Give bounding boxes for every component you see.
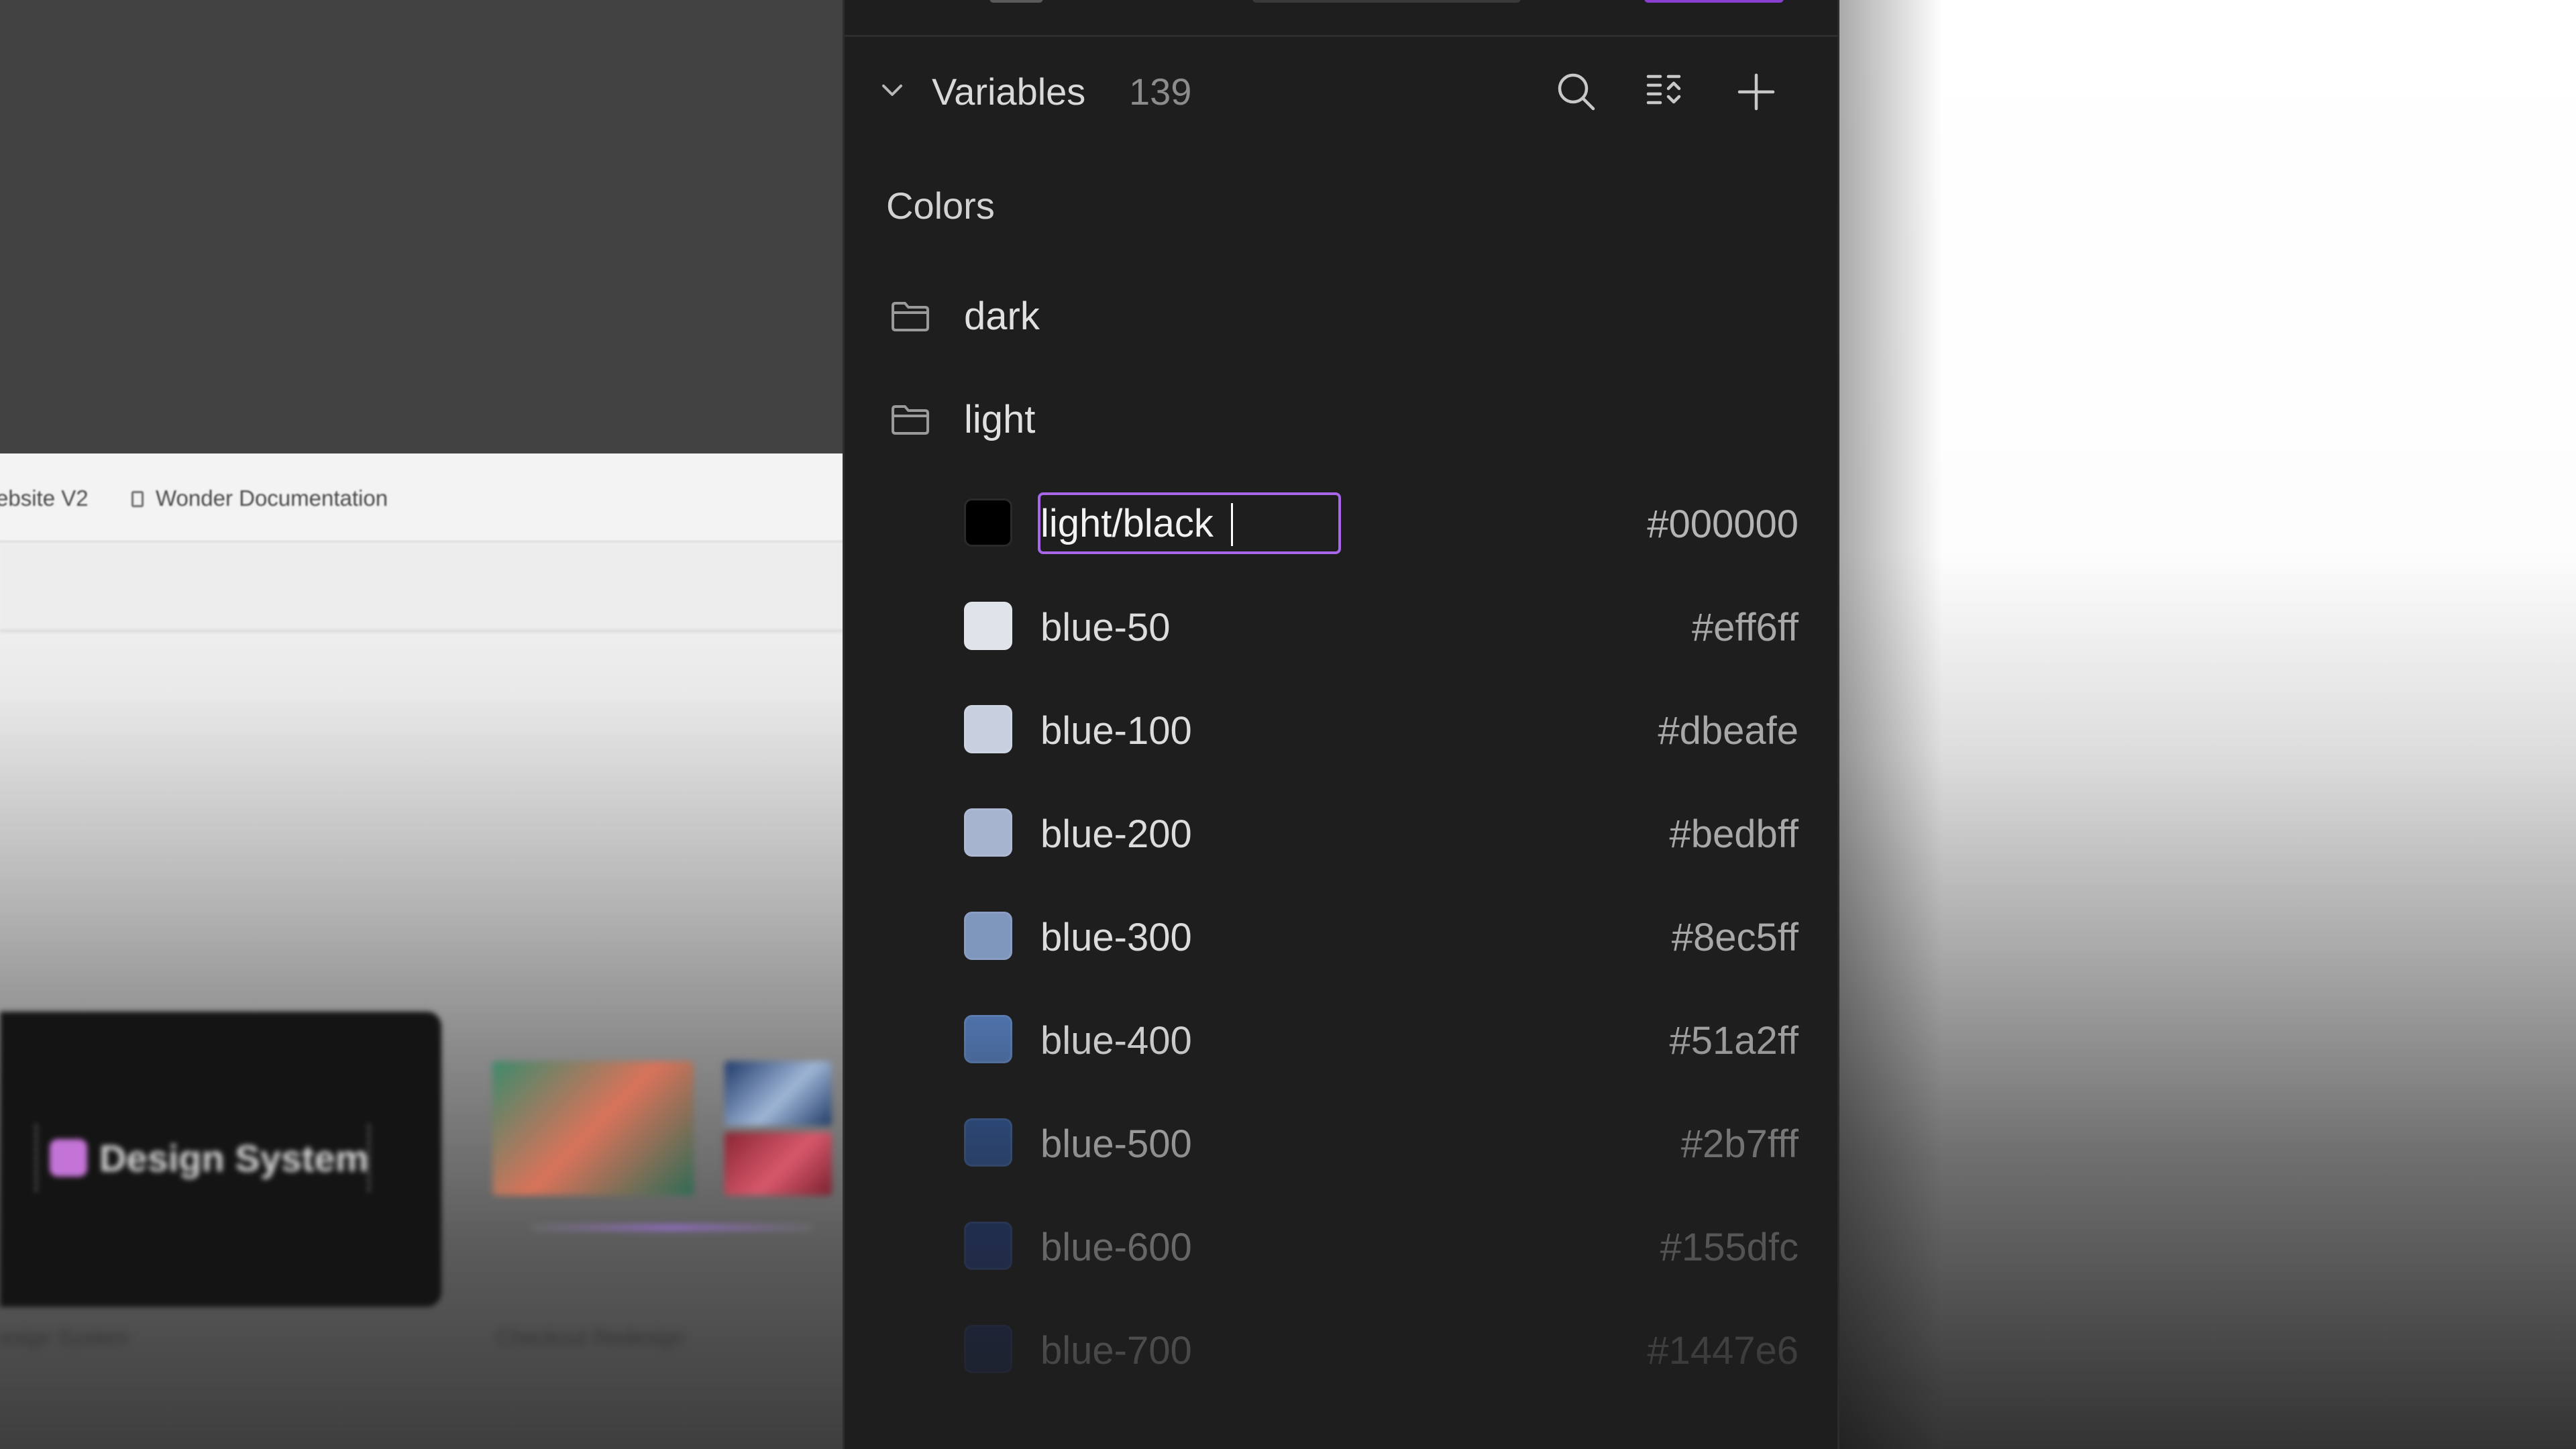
tab-label: Wonder Documentation xyxy=(156,486,388,511)
variable-row[interactable]: blue-100 #dbeafe xyxy=(845,686,1837,773)
background-tab-bar: ebsite V2 Wonder Documentation xyxy=(0,453,843,543)
thumbnail-image xyxy=(724,1132,832,1195)
tab-wonder-documentation[interactable]: Wonder Documentation xyxy=(131,486,388,511)
variable-value[interactable]: #eff6ff xyxy=(1692,605,1799,650)
chevron-down-icon[interactable] xyxy=(879,78,905,103)
thumbnail-caption xyxy=(531,1225,813,1230)
logo-glyph-icon xyxy=(50,1139,87,1177)
color-swatch[interactable] xyxy=(964,1222,1012,1270)
color-swatch[interactable] xyxy=(964,705,1012,753)
color-swatch[interactable] xyxy=(964,808,1012,857)
variable-row[interactable]: blue-50 #eff6ff xyxy=(845,582,1837,669)
variable-value[interactable]: #155dfc xyxy=(1660,1225,1799,1270)
color-swatch[interactable] xyxy=(964,1118,1012,1167)
design-system-logo: Design System xyxy=(35,1124,370,1191)
variable-name: blue-50 xyxy=(1040,606,1171,649)
variables-title: Variables xyxy=(932,70,1086,113)
variables-count: 139 xyxy=(1129,70,1192,113)
variable-value[interactable]: #000000 xyxy=(1647,502,1799,547)
variable-name: blue-300 xyxy=(1040,916,1192,959)
file-card-design-system[interactable]: Design System xyxy=(0,1012,441,1307)
file-card-checkout-redesign[interactable] xyxy=(478,1012,843,1307)
folder-label: dark xyxy=(964,294,1040,338)
variable-value[interactable]: #2b7fff xyxy=(1681,1122,1799,1167)
color-swatch[interactable] xyxy=(964,1325,1012,1373)
variable-name: blue-400 xyxy=(1040,1019,1192,1063)
variable-row-light-black[interactable]: #000000 xyxy=(845,479,1837,566)
list-filter-icon xyxy=(1646,74,1681,105)
variable-value[interactable]: #1447e6 xyxy=(1647,1328,1799,1373)
folder-icon xyxy=(892,302,929,331)
variable-row[interactable]: blue-400 #51a2ff xyxy=(845,996,1837,1083)
variable-name: blue-200 xyxy=(1040,812,1192,856)
variable-name: blue-700 xyxy=(1040,1329,1192,1373)
variable-value[interactable]: #dbeafe xyxy=(1658,708,1799,753)
add-variable-button[interactable] xyxy=(1733,68,1780,115)
logo-text: Design System xyxy=(99,1137,369,1179)
background-toolbar xyxy=(0,543,843,632)
folder-label: light xyxy=(964,398,1036,441)
thumbnail-image xyxy=(492,1061,694,1195)
variable-row[interactable]: blue-700 #1447e6 xyxy=(845,1305,1837,1393)
color-swatch[interactable] xyxy=(964,1015,1012,1063)
panel-top-toolbar xyxy=(845,0,1837,37)
variable-name-input[interactable] xyxy=(1038,492,1341,554)
variable-value[interactable]: #8ec5ff xyxy=(1672,915,1799,960)
variable-name: blue-100 xyxy=(1040,709,1192,753)
color-swatch[interactable] xyxy=(964,498,1012,547)
canvas-backdrop-right xyxy=(1835,0,2576,1449)
variable-value[interactable]: #51a2ff xyxy=(1670,1018,1799,1063)
variable-value[interactable]: #bedbff xyxy=(1670,812,1799,857)
background-app-window: ebsite V2 Wonder Documentation Design Sy… xyxy=(0,453,843,1449)
collection-heading-colors: Colors xyxy=(886,184,995,227)
folder-dark[interactable]: dark xyxy=(845,279,1837,353)
variable-name: blue-600 xyxy=(1040,1226,1192,1269)
document-icon xyxy=(131,491,144,507)
variable-row[interactable]: blue-500 #2b7fff xyxy=(845,1099,1837,1186)
folder-light[interactable]: light xyxy=(845,382,1837,456)
filter-button[interactable] xyxy=(1643,68,1690,115)
color-swatch[interactable] xyxy=(964,602,1012,650)
search-icon xyxy=(1558,73,1595,111)
tab-website-v2[interactable]: ebsite V2 xyxy=(0,486,89,511)
text-cursor xyxy=(1231,503,1233,546)
folder-icon xyxy=(892,405,929,435)
file-card-title: Checkout Redesign xyxy=(496,1326,684,1350)
color-swatch[interactable] xyxy=(964,912,1012,960)
variable-row[interactable]: blue-300 #8ec5ff xyxy=(845,892,1837,979)
variable-row[interactable]: blue-600 #155dfc xyxy=(845,1202,1837,1289)
variables-panel: Variables 139 Colors dark light light/bl… xyxy=(843,0,1839,1449)
file-card-title: esign System xyxy=(0,1326,129,1350)
search-button[interactable] xyxy=(1553,68,1600,115)
variables-header: Variables 139 xyxy=(845,54,1837,127)
variable-name: blue-500 xyxy=(1040,1122,1192,1166)
plus-icon xyxy=(1737,73,1775,111)
thumbnail-image xyxy=(724,1061,832,1126)
variable-row[interactable]: blue-200 #bedbff xyxy=(845,789,1837,876)
canvas-backdrop xyxy=(0,0,843,453)
